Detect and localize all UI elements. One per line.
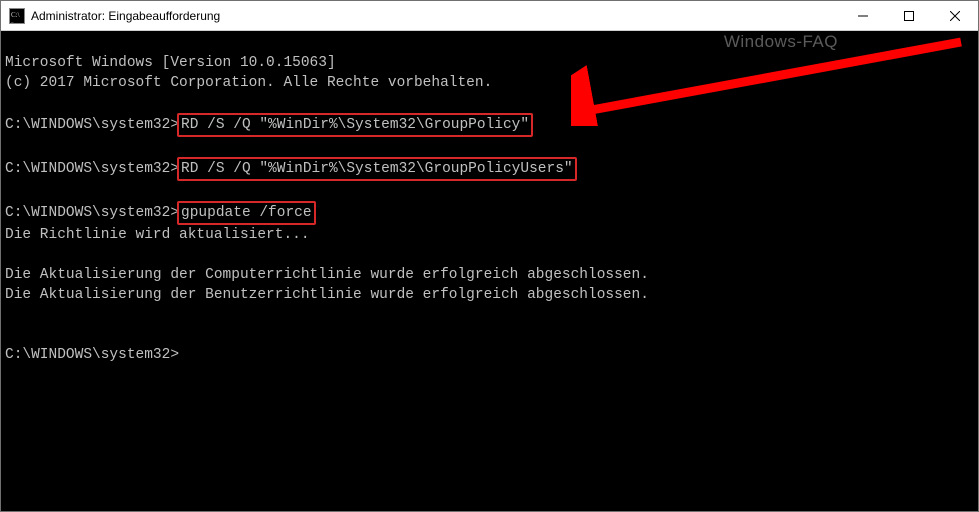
minimize-button[interactable] bbox=[840, 1, 886, 30]
close-button[interactable] bbox=[932, 1, 978, 30]
highlighted-command-2: RD /S /Q "%WinDir%\System32\GroupPolicyU… bbox=[177, 157, 577, 181]
blank-line bbox=[5, 139, 14, 155]
prompt-text: C:\WINDOWS\system32> bbox=[5, 347, 179, 363]
blank-line bbox=[5, 327, 14, 343]
output-line-updating: Die Richtlinie wird aktualisiert... bbox=[5, 227, 310, 243]
command-line-3: C:\WINDOWS\system32>gpupdate /force bbox=[5, 205, 316, 221]
version-line: Microsoft Windows [Version 10.0.15063] bbox=[5, 55, 336, 71]
blank-line bbox=[5, 307, 14, 323]
cmd-icon: C:\ _ bbox=[9, 8, 25, 24]
prompt-text: C:\WINDOWS\system32> bbox=[5, 161, 179, 177]
window-title: Administrator: Eingabeaufforderung bbox=[31, 9, 220, 23]
highlighted-command-3: gpupdate /force bbox=[177, 201, 316, 225]
prompt-text: C:\WINDOWS\system32> bbox=[5, 117, 179, 133]
titlebar[interactable]: C:\ _ Administrator: Eingabeaufforderung bbox=[1, 1, 978, 31]
highlighted-command-1: RD /S /Q "%WinDir%\System32\GroupPolicy" bbox=[177, 113, 533, 137]
watermark-text: Windows-FAQ bbox=[724, 32, 838, 52]
command-line-2: C:\WINDOWS\system32>RD /S /Q "%WinDir%\S… bbox=[5, 161, 577, 177]
cmd-window: C:\ _ Administrator: Eingabeaufforderung… bbox=[0, 0, 979, 512]
blank-line bbox=[5, 95, 14, 111]
copyright-line: (c) 2017 Microsoft Corporation. Alle Rec… bbox=[5, 75, 492, 91]
terminal-output[interactable]: Microsoft Windows [Version 10.0.15063] (… bbox=[1, 31, 978, 511]
prompt-text: C:\WINDOWS\system32> bbox=[5, 205, 179, 221]
window-controls bbox=[840, 1, 978, 30]
current-prompt: C:\WINDOWS\system32> bbox=[5, 347, 179, 363]
svg-text:_: _ bbox=[10, 19, 14, 24]
command-line-1: C:\WINDOWS\system32>RD /S /Q "%WinDir%\S… bbox=[5, 117, 533, 133]
blank-line bbox=[5, 183, 14, 199]
maximize-button[interactable] bbox=[886, 1, 932, 30]
blank-line bbox=[5, 247, 14, 263]
output-line-user-policy: Die Aktualisierung der Benutzerrichtlini… bbox=[5, 287, 649, 303]
svg-text:C:\: C:\ bbox=[11, 11, 20, 19]
output-line-computer-policy: Die Aktualisierung der Computerrichtlini… bbox=[5, 267, 649, 283]
